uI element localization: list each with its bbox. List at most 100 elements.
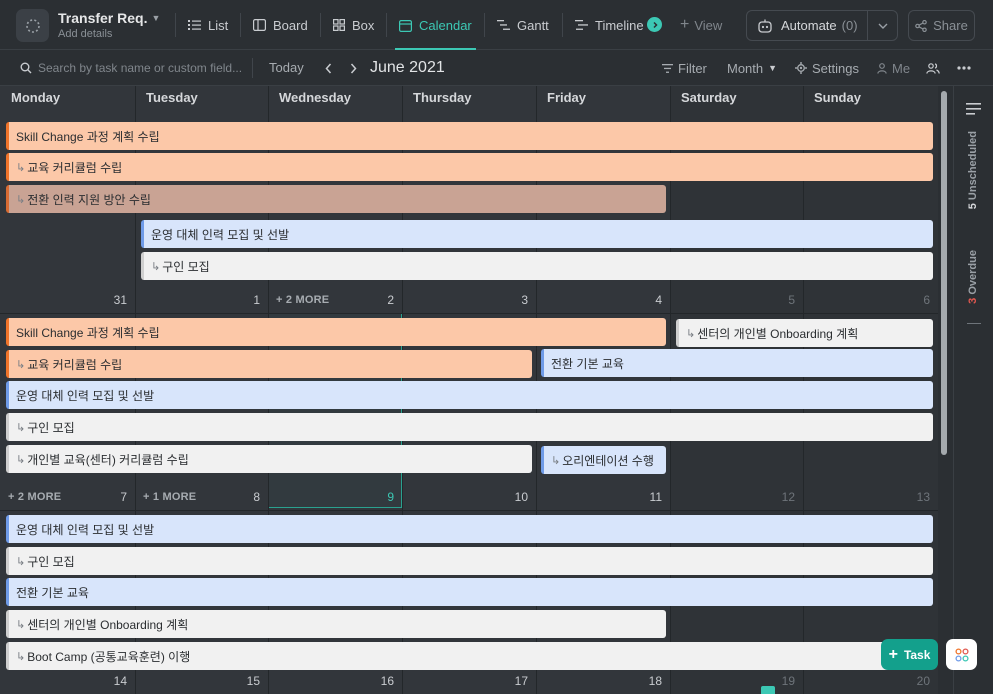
task-label: Boot Camp (공통교육훈련) 이행 [27, 649, 191, 664]
day-number: 14 [113, 674, 127, 688]
tab-label: Box [352, 17, 375, 33]
day-name-wednesday: Wednesday [279, 90, 352, 105]
more-options-button[interactable] [957, 50, 976, 86]
list-title[interactable]: Transfer Req. ▼ [58, 10, 160, 26]
day-number: 1 [253, 293, 260, 307]
task-bar[interactable]: Skill Change 과정 계획 수립 [6, 318, 666, 346]
add-view-button[interactable]: + View [680, 0, 722, 50]
user-icon [877, 62, 887, 74]
task-bar[interactable]: 전환 기본 교육 [541, 349, 933, 377]
board-icon [253, 19, 266, 31]
day-name-sunday: Sunday [814, 90, 861, 105]
calendar-scrollbar[interactable] [941, 91, 947, 455]
unscheduled-count: 5 [967, 203, 979, 210]
day-number: 6 [923, 293, 930, 307]
task-bar[interactable]: ↳ Boot Camp (공통교육훈련) 이행 [6, 642, 933, 670]
subtask-icon: ↳ [686, 327, 696, 340]
tab-label: Calendar [419, 17, 472, 33]
filter-button[interactable]: Filter [662, 50, 707, 86]
tab-gantt[interactable]: Gantt [497, 0, 549, 50]
period-select[interactable]: Month ▼ [727, 50, 777, 86]
day-number: 9 [387, 490, 394, 504]
subtask-icon: ↳ [16, 555, 26, 568]
more-tasks-link[interactable]: + 2 MORE [8, 491, 61, 503]
search-box[interactable] [20, 50, 243, 86]
task-label: 운영 대체 인력 모집 및 선발 [16, 522, 155, 537]
task-label: 전환 기본 교육 [16, 585, 89, 600]
day-number: 7 [120, 490, 127, 504]
tab-list[interactable]: List [188, 0, 228, 50]
calendar-toolbar: Today June 2021 Filter Month▼ Settings M… [0, 50, 993, 86]
day-number: 3 [521, 293, 528, 307]
previous-month-button[interactable] [319, 58, 337, 78]
task-bar[interactable]: ↳ 교육 커리큘럼 수립 [6, 350, 532, 378]
tab-box[interactable]: Box [333, 0, 374, 50]
task-bar[interactable]: ↳ 구인 모집 [6, 547, 933, 575]
day-name-monday: Monday [11, 90, 61, 105]
task-bar[interactable]: 운영 대체 인력 모집 및 선발 [6, 381, 933, 409]
task-label: 센터의 개인별 Onboarding 계획 [27, 617, 189, 632]
divider [240, 13, 241, 37]
me-filter-button[interactable]: Me [877, 50, 910, 86]
automate-dropdown[interactable] [867, 11, 897, 40]
tab-label: List [208, 17, 229, 33]
tab-label: Board [273, 17, 308, 33]
divider [562, 13, 563, 37]
tab-board[interactable]: Board [253, 0, 308, 50]
menu-icon[interactable] [966, 102, 981, 120]
task-bar[interactable]: ↳ 전환 인력 지원 방안 수립 [6, 185, 666, 213]
next-month-button[interactable] [344, 58, 362, 78]
more-tasks-link[interactable]: + 1 MORE [143, 491, 196, 503]
tab-calendar[interactable]: Calendar [395, 0, 476, 50]
task-bar[interactable]: ↳ 교육 커리큘럼 수립 [6, 153, 933, 181]
today-button[interactable]: Today [269, 60, 304, 75]
filter-icon [662, 63, 673, 73]
search-input[interactable] [38, 61, 243, 75]
task-bar[interactable]: 전환 기본 교육 [6, 578, 933, 606]
scroll-views-right-icon[interactable] [647, 17, 662, 32]
task-label: Skill Change 과정 계획 수립 [16, 129, 160, 144]
task-bar[interactable]: ↳ 센터의 개인별 Onboarding 계획 [676, 319, 933, 347]
day-number: 8 [253, 490, 260, 504]
task-label: 오리엔테이션 수행 [562, 453, 654, 468]
task-bar[interactable]: ↳ 개인별 교육(센터) 커리큘럼 수립 [6, 445, 532, 473]
day-number: 31 [113, 293, 127, 307]
day-header-row: Monday Tuesday Wednesday Thursday Friday Satu… [0, 86, 938, 112]
share-icon [915, 19, 927, 32]
overdue-tab[interactable]: 3 Overdue [967, 250, 981, 304]
day-number: 16 [380, 674, 394, 688]
divider [252, 58, 253, 78]
day-name-thursday: Thursday [413, 90, 472, 105]
task-bar[interactable]: 운영 대체 인력 모집 및 선발 [6, 515, 933, 543]
timeline-icon [575, 20, 588, 30]
add-details-link[interactable]: Add details [58, 28, 112, 40]
automate-button[interactable]: Automate (0) [746, 10, 898, 41]
more-tasks-link[interactable]: + 2 MORE [276, 294, 329, 306]
task-bar[interactable]: ↳ 센터의 개인별 Onboarding 계획 [6, 610, 666, 638]
day-number: 18 [648, 674, 662, 688]
day-number: 11 [649, 490, 662, 504]
divider [320, 13, 321, 37]
assignees-button[interactable] [926, 50, 945, 86]
calendar-grid: Skill Change 과정 계획 수립 ↳ 교육 커리큘럼 수립 ↳ 전환 인력 지… [0, 86, 938, 694]
unscheduled-tab[interactable]: 5 Unscheduled [967, 131, 981, 209]
share-button[interactable]: Share [908, 10, 975, 41]
task-bar[interactable]: Skill Change 과정 계획 수립 [6, 122, 933, 150]
subtask-icon: ↳ [551, 454, 561, 467]
apps-button[interactable] [946, 639, 977, 670]
task-bar[interactable]: ↳ 구인 모집 [6, 413, 933, 441]
add-task-button[interactable]: + Task [881, 639, 938, 670]
task-bar[interactable]: ↳ 구인 모집 [141, 252, 933, 280]
tab-label: Gantt [517, 17, 549, 33]
today-marker [761, 686, 775, 694]
search-icon [20, 62, 32, 74]
task-bar[interactable]: ↳ 오리엔테이션 수행 [541, 446, 666, 474]
task-label: 운영 대체 인력 모집 및 선발 [16, 388, 155, 403]
task-label: 교육 커리큘럼 수립 [27, 160, 123, 175]
divider [175, 13, 176, 37]
tab-timeline[interactable]: Timeline [575, 0, 651, 50]
task-bar[interactable]: 운영 대체 인력 모집 및 선발 [141, 220, 933, 248]
chevron-down-icon: ▼ [151, 13, 161, 23]
list-settings-icon[interactable] [16, 9, 49, 42]
settings-button[interactable]: Settings [795, 50, 859, 86]
